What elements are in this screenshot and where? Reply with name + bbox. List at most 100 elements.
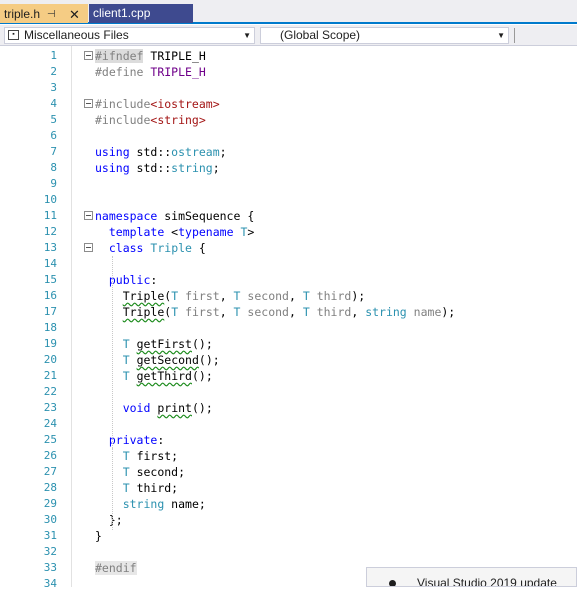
code-line[interactable]: 1 #ifndef TRIPLE_H	[0, 48, 577, 64]
code-text: Triple(T first, T second, T third, strin…	[122, 305, 456, 319]
line-number: 2	[50, 65, 57, 78]
code-line[interactable]: 25 private:	[0, 432, 577, 448]
project-dropdown[interactable]: ▪ Miscellaneous Files ▼	[4, 27, 255, 44]
line-number: 18	[43, 321, 57, 334]
tab-triple-h[interactable]: triple.h ⊣ ✕	[0, 4, 88, 23]
code-text: T second;	[122, 465, 186, 479]
code-line[interactable]: 12 template <typename T>	[0, 224, 577, 240]
code-text: class Triple {	[108, 241, 206, 255]
tab-label: client1.cpp	[93, 6, 151, 20]
code-line[interactable]: 20 T getSecond();	[0, 352, 577, 368]
line-number: 26	[43, 449, 57, 462]
code-line[interactable]: 3	[0, 80, 577, 96]
line-number: 11	[43, 209, 57, 222]
line-number: 28	[43, 481, 57, 494]
code-line[interactable]: 30 };	[0, 512, 577, 528]
project-icon: ▪	[8, 30, 19, 40]
code-line[interactable]: 13 class Triple {	[0, 240, 577, 256]
code-line[interactable]: 29 string name;	[0, 496, 577, 512]
scope-dropdown[interactable]: (Global Scope) ▼	[260, 27, 509, 44]
code-line[interactable]: 11 namespace simSequence {	[0, 208, 577, 224]
code-line[interactable]: 5 #include<string>	[0, 112, 577, 128]
chevron-down-icon: ▼	[243, 31, 251, 40]
code-line[interactable]: 8 using std::string;	[0, 160, 577, 176]
code-line[interactable]: 31}	[0, 528, 577, 544]
code-text: #define TRIPLE_H	[95, 65, 206, 79]
line-number: 19	[43, 337, 57, 350]
line-number: 4	[50, 97, 57, 110]
code-text: #ifndef TRIPLE_H	[95, 49, 206, 63]
line-number: 15	[43, 273, 57, 286]
code-line[interactable]: 19 T getFirst();	[0, 336, 577, 352]
tab-label: triple.h	[4, 7, 41, 21]
line-number: 3	[50, 81, 57, 94]
line-number: 9	[50, 177, 57, 190]
code-text: T getSecond();	[122, 353, 220, 367]
code-line[interactable]: 32	[0, 544, 577, 560]
code-line[interactable]: 24	[0, 416, 577, 432]
line-number: 12	[43, 225, 57, 238]
line-number: 27	[43, 465, 57, 478]
code-text: T third;	[122, 481, 179, 495]
line-number: 32	[43, 545, 57, 558]
code-line[interactable]: 7 using std::ostream;	[0, 144, 577, 160]
line-number: 22	[43, 385, 57, 398]
line-number: 34	[43, 577, 57, 590]
line-number: 13	[43, 241, 57, 254]
collapse-icon[interactable]	[84, 51, 93, 60]
document-tab-strip: triple.h ⊣ ✕ client1.cpp	[0, 0, 577, 24]
code-text: };	[95, 513, 123, 527]
code-line[interactable]: 2 #define TRIPLE_H	[0, 64, 577, 80]
code-line[interactable]: 9	[0, 176, 577, 192]
line-number: 24	[43, 417, 57, 430]
code-line[interactable]: 16 Triple(T first, T second, T third);	[0, 288, 577, 304]
navigation-bar: ▪ Miscellaneous Files ▼ (Global Scope) ▼	[0, 25, 577, 46]
tab-client1-cpp[interactable]: client1.cpp	[89, 4, 193, 23]
code-line[interactable]: 23 void print();	[0, 400, 577, 416]
line-number: 8	[50, 161, 57, 174]
code-text: using std::string;	[95, 161, 220, 175]
code-editor[interactable]: 1 #ifndef TRIPLE_H 2 #define TRIPLE_H 3 4 #inc…	[0, 46, 577, 590]
code-text: template <typename T>	[108, 225, 255, 239]
collapse-icon[interactable]	[84, 243, 93, 252]
chevron-down-icon: ▼	[497, 31, 505, 40]
code-line[interactable]: 6	[0, 128, 577, 144]
notification-bullet-icon	[389, 580, 396, 586]
code-line[interactable]: 14	[0, 256, 577, 272]
code-line[interactable]: 28 T third;	[0, 480, 577, 496]
pin-icon[interactable]: ⊣	[47, 5, 56, 24]
scope-dropdown-label: (Global Scope)	[280, 28, 361, 42]
project-dropdown-label: Miscellaneous Files	[24, 28, 129, 42]
line-number: 29	[43, 497, 57, 510]
code-line[interactable]: 22	[0, 384, 577, 400]
code-line[interactable]: 21 T getThird();	[0, 368, 577, 384]
indent-guide	[112, 448, 113, 512]
line-number: 7	[50, 145, 57, 158]
line-number: 16	[43, 289, 57, 302]
code-line[interactable]: 17 Triple(T first, T second, T third, st…	[0, 304, 577, 320]
code-text: using std::ostream;	[95, 145, 227, 159]
code-text: public:	[108, 273, 158, 287]
code-line[interactable]: 15 public:	[0, 272, 577, 288]
code-text: Triple(T first, T second, T third);	[122, 289, 366, 303]
line-number: 10	[43, 193, 57, 206]
collapse-icon[interactable]	[84, 99, 93, 108]
notification-text: Visual Studio 2019 update	[417, 576, 557, 587]
update-notification[interactable]: Visual Studio 2019 update	[366, 567, 577, 587]
code-line[interactable]: 27 T second;	[0, 464, 577, 480]
split-divider[interactable]	[514, 28, 515, 43]
code-line[interactable]: 26 T first;	[0, 448, 577, 464]
line-number: 6	[50, 129, 57, 142]
line-number: 23	[43, 401, 57, 414]
line-number: 31	[43, 529, 57, 542]
line-number: 20	[43, 353, 57, 366]
code-text: namespace simSequence {	[95, 209, 255, 223]
line-number: 17	[43, 305, 57, 318]
line-number: 14	[43, 257, 57, 270]
code-line[interactable]: 10	[0, 192, 577, 208]
code-line[interactable]: 18	[0, 320, 577, 336]
code-line[interactable]: 4 #include<iostream>	[0, 96, 577, 112]
line-number: 30	[43, 513, 57, 526]
close-icon[interactable]: ✕	[69, 5, 80, 24]
collapse-icon[interactable]	[84, 211, 93, 220]
